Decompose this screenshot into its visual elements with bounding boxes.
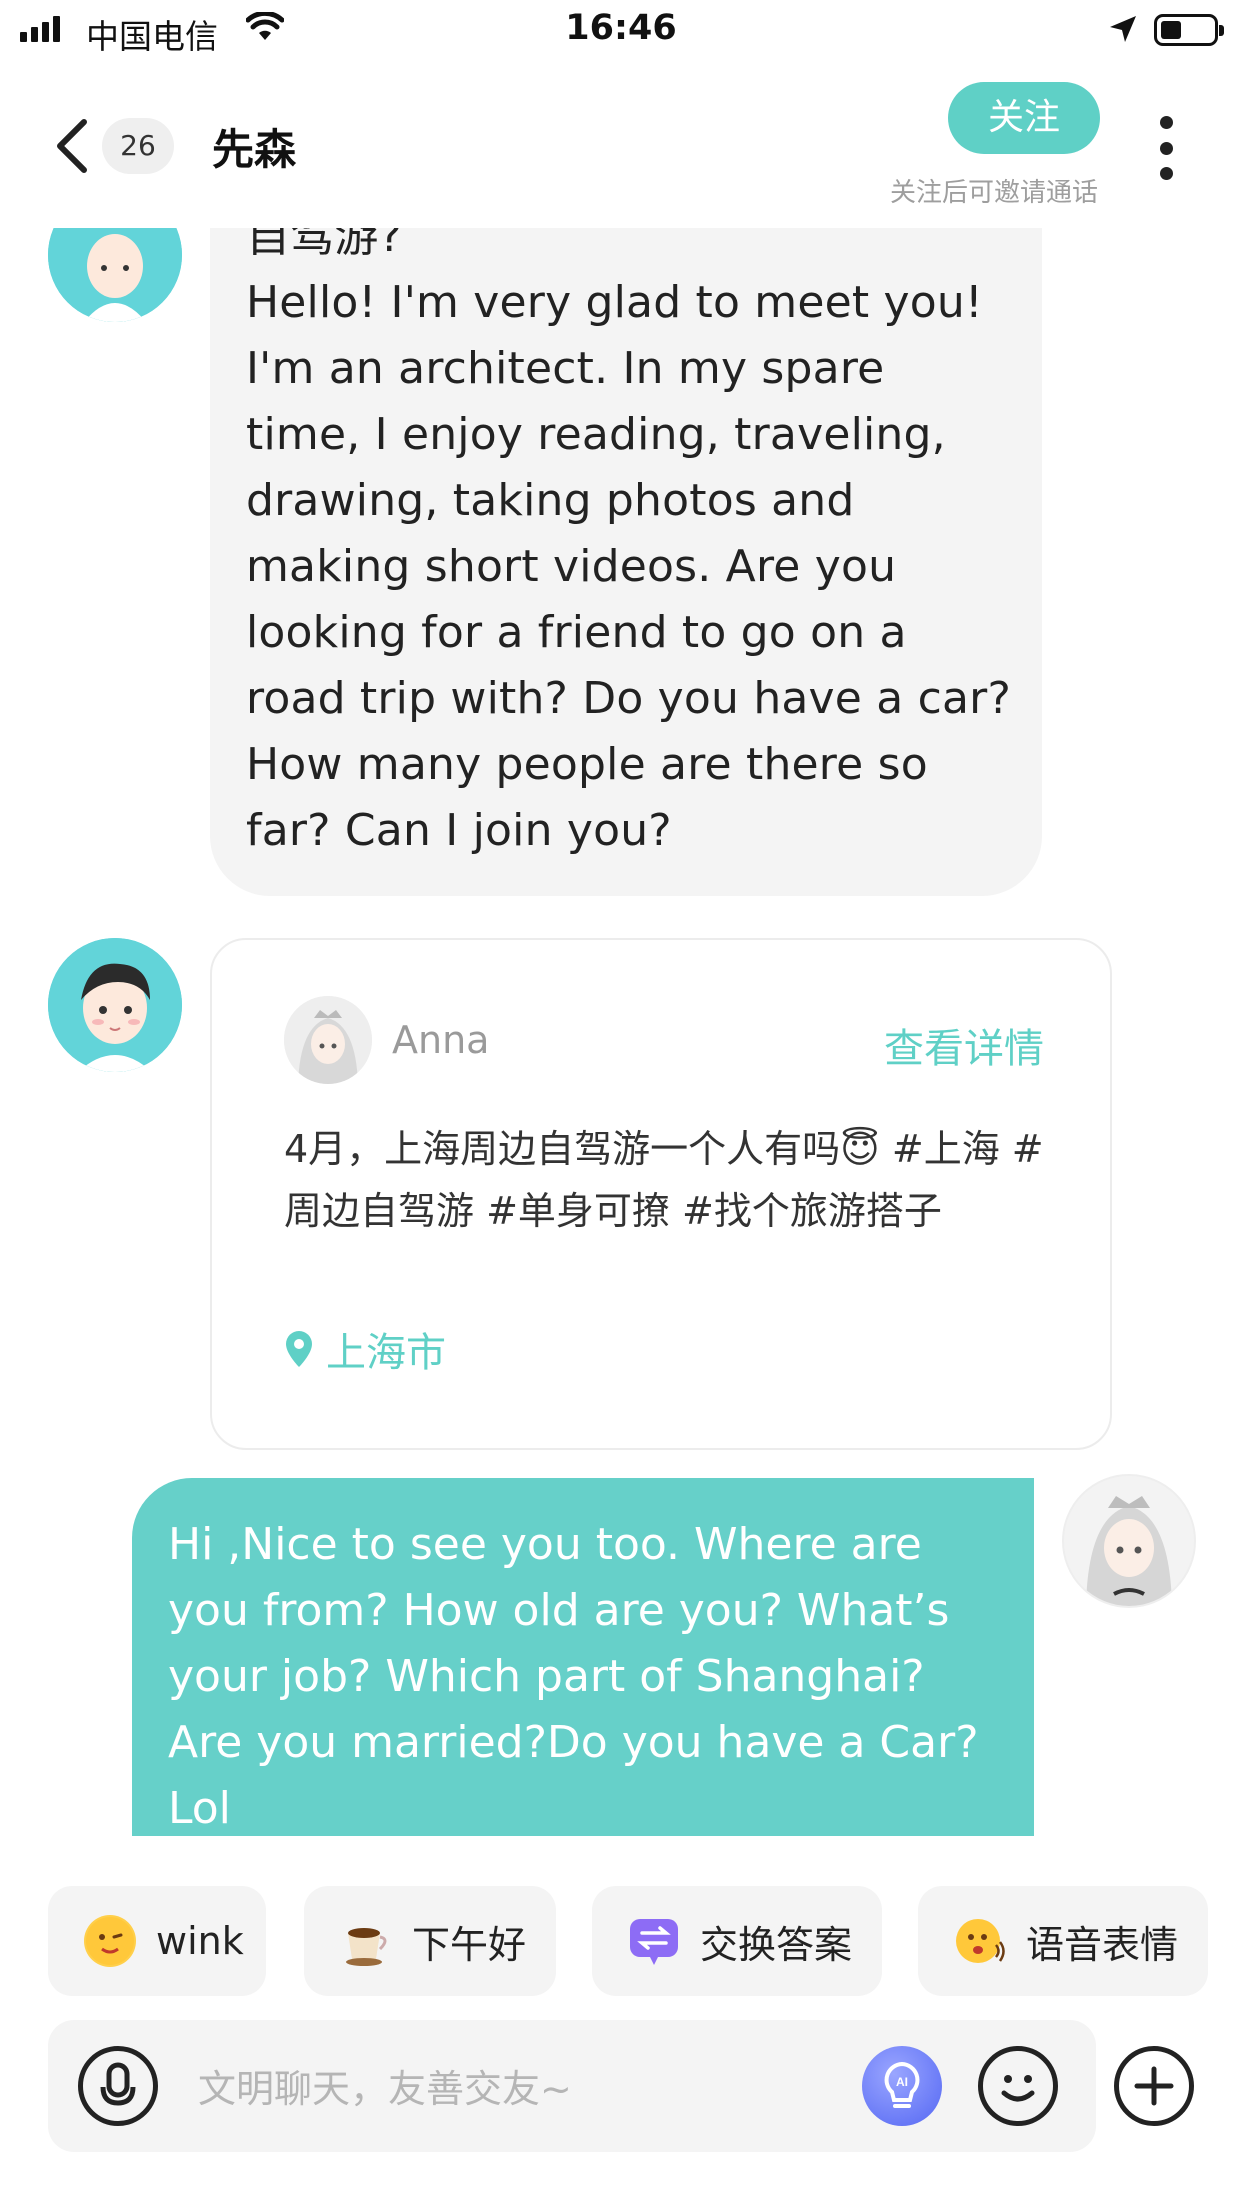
status-bar: 中国电信 16:46 bbox=[0, 0, 1242, 62]
exchange-icon bbox=[628, 1915, 680, 1967]
contact-avatar[interactable] bbox=[48, 938, 182, 1072]
contact-avatar[interactable] bbox=[48, 228, 182, 322]
incoming-message-bubble[interactable]: 自驾游? Hello! I'm very glad to meet you! I… bbox=[210, 228, 1042, 896]
shared-post-card[interactable]: Anna 查看详情 4月，上海周边自驾游一个人有吗😇 #上海 #周边自驾游 #单… bbox=[210, 938, 1112, 1450]
chat-screen: 中国电信 16:46 26 先森 关注 关注后可邀请通话 自驾游? Hello!… bbox=[0, 0, 1242, 2208]
message-input-bar: 文明聊天，友善交友~ AI bbox=[48, 2020, 1096, 2152]
message-input-field[interactable]: 文明聊天，友善交友~ bbox=[198, 2058, 572, 2113]
add-attachment-icon[interactable] bbox=[1114, 2046, 1194, 2126]
incoming-message-text: Hello! I'm very glad to meet you! I'm an… bbox=[246, 277, 1012, 856]
my-avatar[interactable] bbox=[1062, 1474, 1196, 1608]
status-time: 16:46 bbox=[565, 8, 677, 48]
view-details-link[interactable]: 查看详情 bbox=[884, 1016, 1044, 1074]
outgoing-message-text: Hi ,Nice to see you too. Where are you f… bbox=[168, 1519, 979, 1834]
quick-reply-good-afternoon[interactable]: 下午好 bbox=[304, 1886, 556, 1996]
wink-emoji-icon bbox=[84, 1915, 136, 1967]
unread-count-badge: 26 bbox=[102, 118, 174, 174]
ai-assistant-icon[interactable]: AI bbox=[862, 2046, 942, 2126]
back-arrow-icon[interactable] bbox=[52, 116, 92, 176]
chat-header: 26 先森 关注 关注后可邀请通话 bbox=[0, 62, 1242, 228]
quick-reply-wink[interactable]: wink bbox=[48, 1886, 266, 1996]
follow-button[interactable]: 关注 bbox=[948, 82, 1100, 154]
quick-reply-label: 交换答案 bbox=[700, 1922, 853, 1967]
follow-hint-text: 关注后可邀请通话 bbox=[889, 178, 1098, 208]
message-list[interactable]: 自驾游? Hello! I'm very glad to meet you! I… bbox=[0, 228, 1242, 1836]
location-pin-icon bbox=[286, 1331, 312, 1367]
voice-emoji-icon bbox=[954, 1915, 1006, 1967]
emoji-picker-icon[interactable] bbox=[978, 2046, 1058, 2126]
post-text: 4月，上海周边自驾游一个人有吗😇 #上海 #周边自驾游 #单身可撩 #找个旅游搭… bbox=[284, 1127, 1044, 1233]
quick-reply-label: 语音表情 bbox=[1026, 1922, 1179, 1967]
quick-reply-bar: wink 下午好 交换答案 语音表情 bbox=[0, 1886, 1242, 1996]
quick-reply-voice-emoji[interactable]: 语音表情 bbox=[918, 1886, 1208, 1996]
post-author-name: Anna bbox=[392, 1018, 490, 1062]
post-author-avatar bbox=[284, 996, 372, 1084]
more-options-icon[interactable] bbox=[1156, 116, 1176, 180]
post-location-text: 上海市 bbox=[326, 1330, 446, 1376]
quick-reply-exchange-answers[interactable]: 交换答案 bbox=[592, 1886, 882, 1996]
contact-name: 先森 bbox=[212, 125, 297, 174]
battery-icon bbox=[1154, 14, 1224, 46]
quick-reply-label: 下午好 bbox=[412, 1922, 527, 1967]
coffee-cup-icon bbox=[340, 1915, 392, 1967]
outgoing-message-bubble[interactable]: Hi ,Nice to see you too. Where are you f… bbox=[132, 1478, 1034, 1836]
incoming-partial-line: 自驾游? bbox=[246, 228, 403, 262]
location-arrow-icon bbox=[1110, 16, 1136, 42]
svg-text:AI: AI bbox=[896, 2075, 908, 2089]
post-location: 上海市 bbox=[284, 1320, 446, 1378]
voice-input-icon[interactable] bbox=[78, 2046, 158, 2126]
quick-reply-label: wink bbox=[156, 1919, 244, 1963]
